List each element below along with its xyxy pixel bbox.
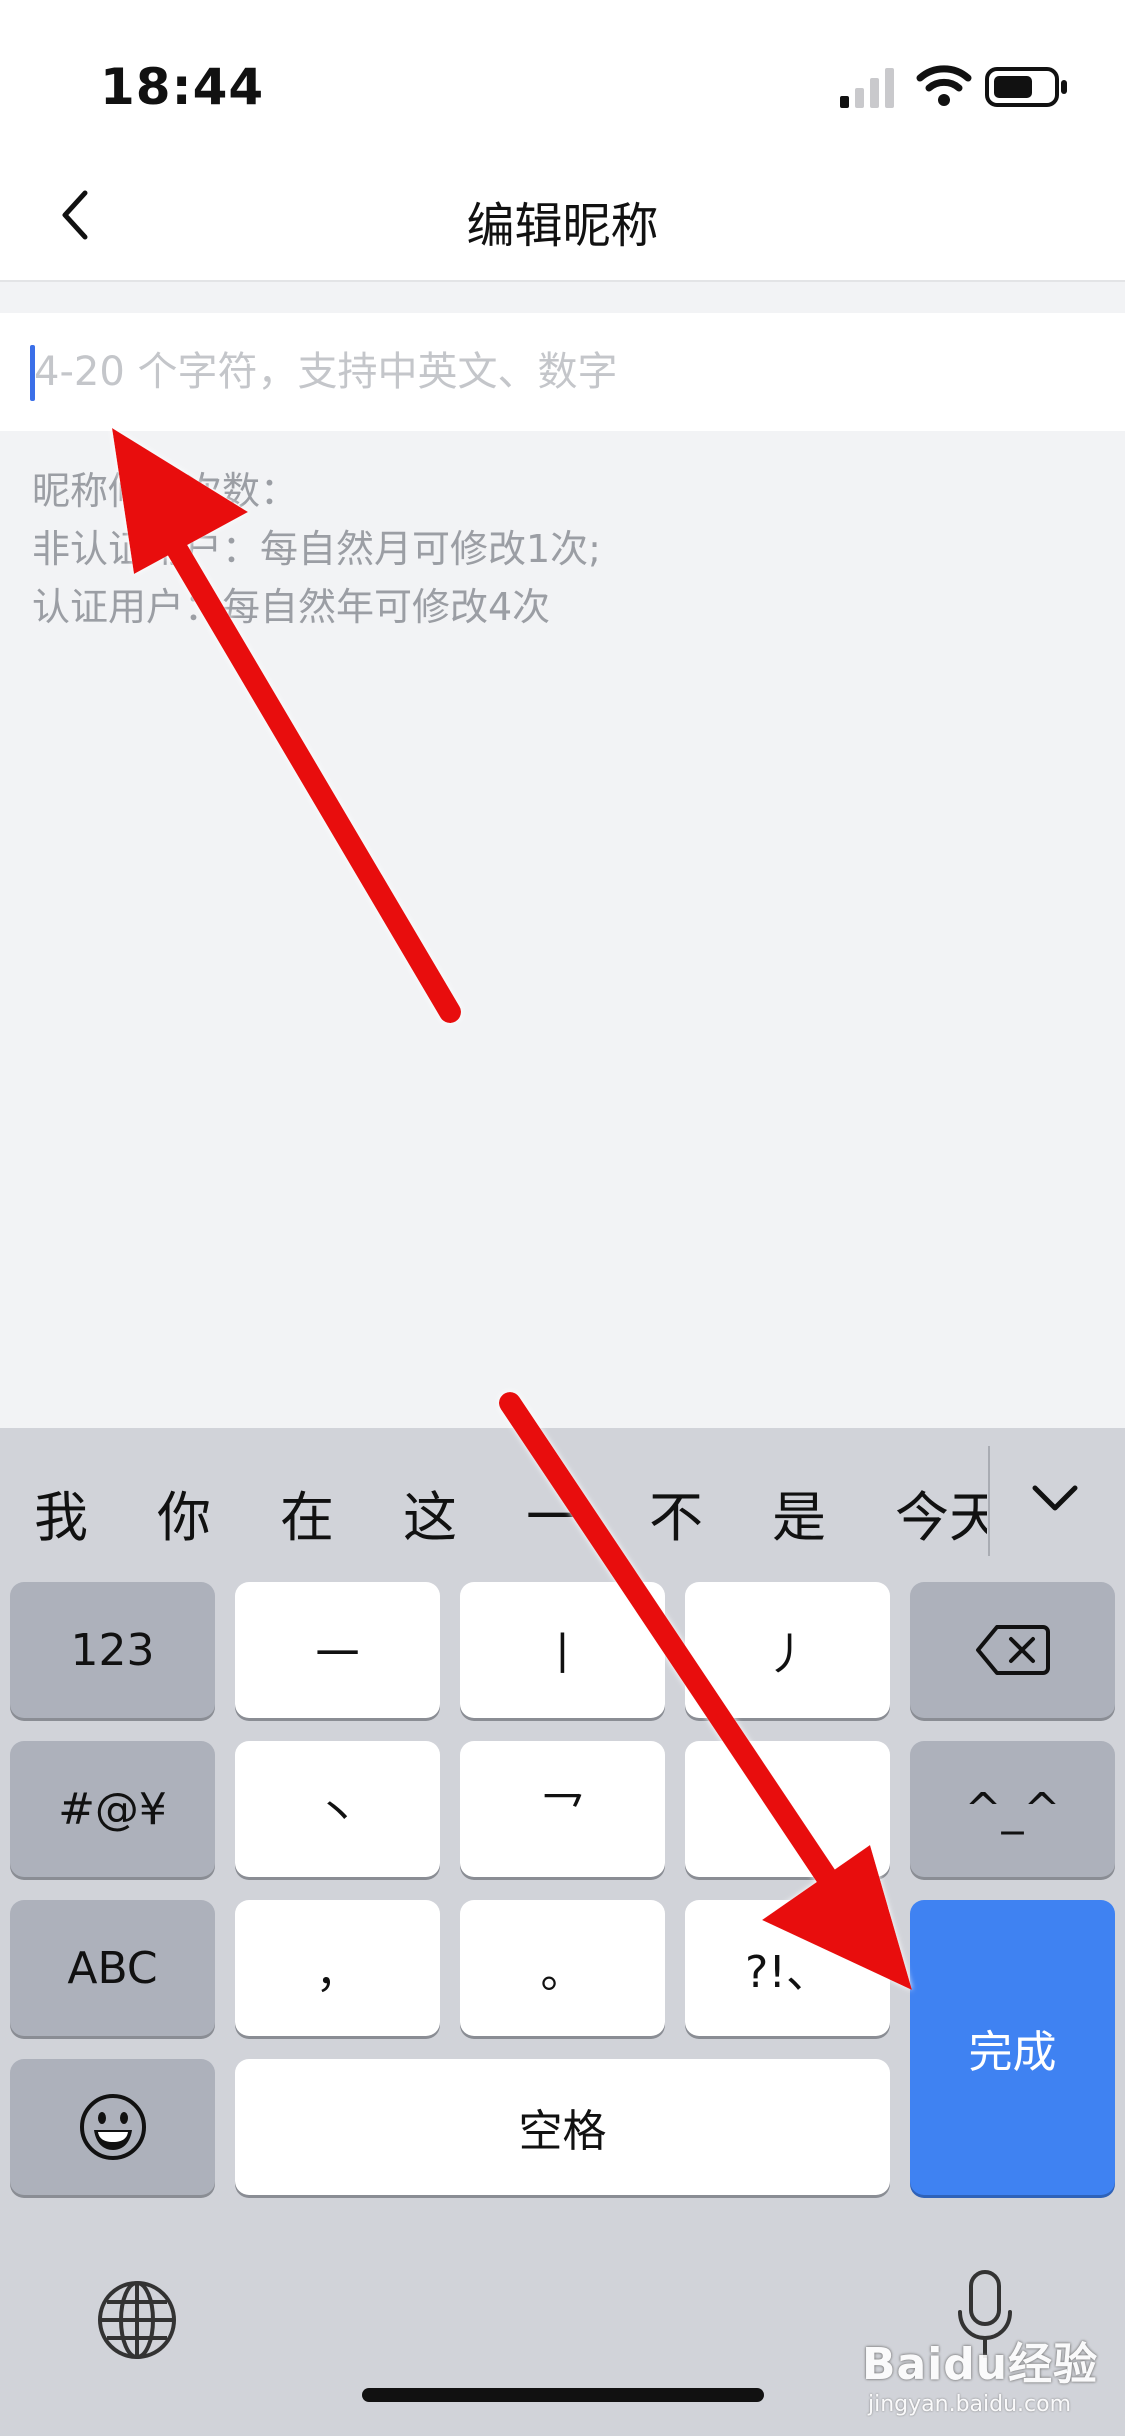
emoticon-key[interactable]: ^_^ bbox=[910, 1741, 1115, 1877]
abc-key[interactable]: ABC bbox=[10, 1900, 215, 2036]
candidate-bar: 我 你 在 这 一 不 是 今天 bbox=[0, 1428, 1125, 1578]
candidate-word[interactable]: 我 bbox=[34, 1473, 88, 1552]
rules-heading: 昵称修改次数： bbox=[32, 469, 299, 513]
punctuation-key[interactable]: ?!、 bbox=[685, 1900, 890, 2036]
status-bar: 18:44 bbox=[0, 0, 1125, 150]
backspace-icon bbox=[975, 1625, 1050, 1675]
done-button[interactable]: 完成 bbox=[910, 1900, 1115, 2195]
candidate-word[interactable]: 这 bbox=[403, 1473, 457, 1552]
status-time: 18:44 bbox=[100, 58, 265, 116]
rules-line-unverified: 非认证用户：每自然月可修改1次; bbox=[32, 527, 601, 571]
candidate-word[interactable]: 今天 bbox=[895, 1473, 987, 1552]
nickname-input-row bbox=[0, 313, 1125, 431]
candidate-word[interactable]: 在 bbox=[280, 1473, 334, 1552]
candidate-word[interactable]: 不 bbox=[649, 1473, 703, 1552]
nav-bar: 编辑昵称 bbox=[0, 150, 1125, 282]
text-cursor bbox=[30, 345, 35, 401]
battery-icon bbox=[985, 67, 1067, 107]
wifi-icon bbox=[916, 65, 972, 106]
emoji-key[interactable] bbox=[10, 2059, 215, 2195]
numbers-key[interactable]: 123 bbox=[10, 1582, 215, 1718]
cellular-signal-icon bbox=[840, 68, 894, 108]
candidate-word[interactable]: 你 bbox=[157, 1473, 211, 1552]
delete-key[interactable] bbox=[910, 1582, 1115, 1718]
chevron-down-icon[interactable] bbox=[1025, 1468, 1085, 1528]
stroke-dian-key[interactable]: 丶 bbox=[235, 1741, 440, 1877]
nickname-rules: 昵称修改次数： 非认证用户：每自然月可修改1次; 认证用户：每自然年可修改4次 bbox=[32, 462, 932, 636]
stroke-zhe-key[interactable]: 乛 bbox=[460, 1741, 665, 1877]
page-title: 编辑昵称 bbox=[466, 198, 659, 254]
period-key[interactable]: 。 bbox=[460, 1900, 665, 2036]
watermark-logo: Baidu经验 bbox=[862, 2339, 1099, 2390]
watermark-url: jingyan.baidu.com bbox=[868, 2392, 1072, 2417]
stroke-shu-key[interactable]: 丨 bbox=[460, 1582, 665, 1718]
stroke-pie-key[interactable]: 丿 bbox=[685, 1582, 890, 1718]
symbols-key[interactable]: #@¥ bbox=[10, 1741, 215, 1877]
candidate-word[interactable]: 是 bbox=[772, 1473, 826, 1552]
home-indicator bbox=[362, 2388, 764, 2402]
wildcard-key[interactable] bbox=[685, 1741, 890, 1877]
globe-icon[interactable] bbox=[95, 2278, 179, 2362]
rules-line-verified: 认证用户：每自然年可修改4次 bbox=[32, 585, 551, 629]
stroke-heng-key[interactable]: 一 bbox=[235, 1582, 440, 1718]
keyboard: 我 你 在 这 一 不 是 今天 123 一 丨 丿 #@¥ 丶 乛 ^_^ A… bbox=[0, 1428, 1125, 2436]
comma-key[interactable]: ， bbox=[235, 1900, 440, 2036]
baidu-watermark: Baidu经验 jingyan.baidu.com bbox=[862, 2328, 1102, 2417]
nickname-input[interactable] bbox=[30, 313, 1100, 431]
space-key[interactable]: 空格 bbox=[235, 2059, 890, 2195]
candidate-divider bbox=[988, 1446, 990, 1556]
emoji-face-icon bbox=[79, 2094, 146, 2160]
candidate-word[interactable]: 一 bbox=[526, 1473, 580, 1552]
